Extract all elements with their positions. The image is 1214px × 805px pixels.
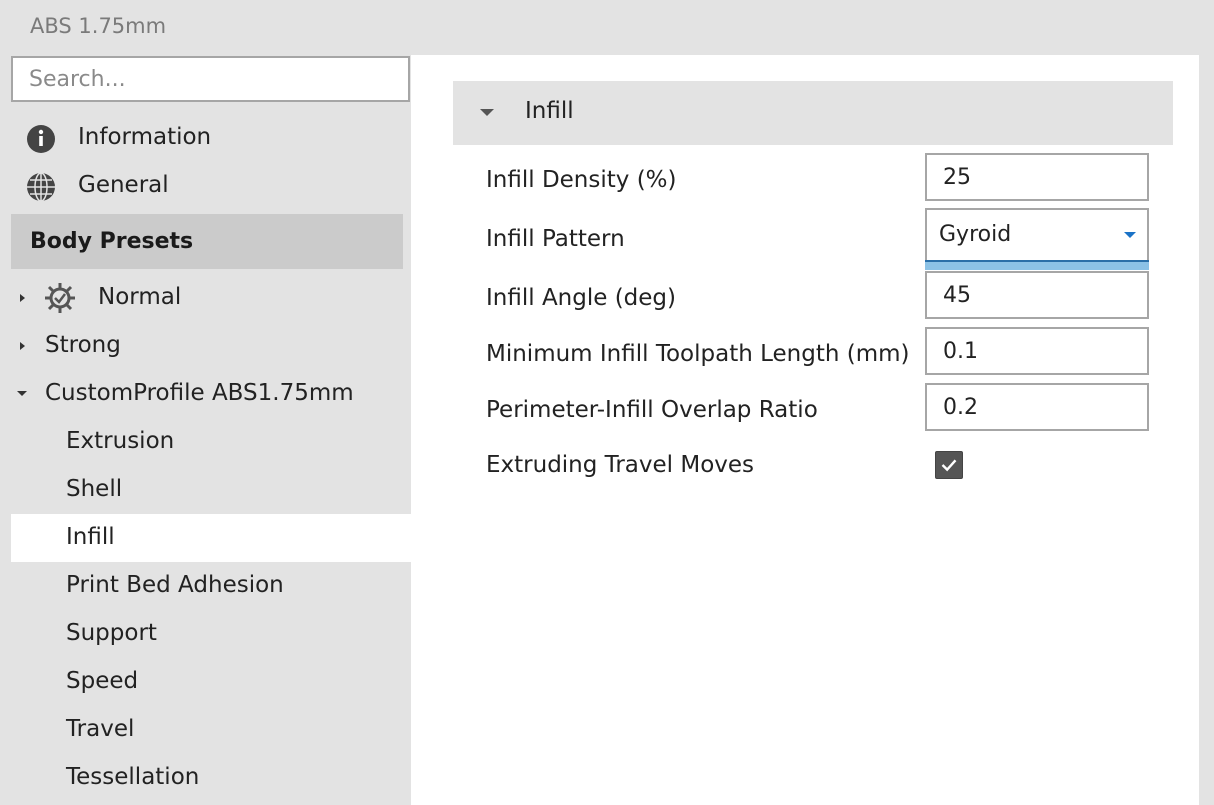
tree-item-shell[interactable]: Shell [11, 466, 411, 514]
tree-item-label: Tessellation [66, 764, 200, 790]
tree-item-label: Support [66, 620, 157, 646]
preset-label: Normal [98, 284, 182, 310]
preset-item-strong[interactable]: Strong [11, 322, 411, 370]
caret-down-icon[interactable] [17, 391, 27, 396]
tree-item-speed[interactable]: Speed [11, 658, 411, 706]
tree-item-travel[interactable]: Travel [11, 706, 411, 754]
section-header-body-presets: Body Presets [11, 214, 403, 269]
perimeter-infill-overlap-input[interactable] [925, 383, 1149, 431]
group-title: Infill [525, 98, 574, 124]
extruding-travel-moves-checkbox[interactable] [935, 451, 963, 479]
gear-check-icon [45, 283, 75, 313]
label-extruding-travel-moves: Extruding Travel Moves [486, 452, 755, 478]
tree-item-support[interactable]: Support [11, 610, 411, 658]
label-infill-density: Infill Density (%) [486, 167, 677, 193]
infill-density-input[interactable] [925, 153, 1149, 201]
globe-icon [27, 172, 55, 202]
preset-item-customprofile[interactable]: CustomProfile ABS1.75mm [11, 370, 411, 418]
check-icon [941, 459, 957, 472]
label-min-infill-toolpath-length: Minimum Infill Toolpath Length (mm) [486, 341, 910, 367]
caret-down-icon[interactable] [480, 109, 494, 116]
tree-item-label: Shell [66, 476, 123, 502]
label-perimeter-infill-overlap: Perimeter-Infill Overlap Ratio [486, 397, 818, 423]
tree-item-label: Extrusion [66, 428, 175, 454]
preset-label: CustomProfile ABS1.75mm [45, 380, 354, 406]
select-value: Gyroid [939, 222, 1012, 247]
info-icon [27, 125, 55, 153]
infill-angle-input[interactable] [925, 271, 1149, 319]
caret-right-icon[interactable] [20, 294, 25, 302]
label-infill-angle: Infill Angle (deg) [486, 285, 676, 311]
tree-item-extrusion[interactable]: Extrusion [11, 418, 411, 466]
label-infill-pattern: Infill Pattern [486, 226, 625, 252]
tree-item-label: Speed [66, 668, 139, 694]
tree-item-label: Travel [66, 716, 135, 742]
min-infill-toolpath-length-input[interactable] [925, 327, 1149, 375]
sidebar: Information General Body Presets Normal … [0, 0, 411, 805]
tree-item-print-bed-adhesion[interactable]: Print Bed Adhesion [11, 562, 411, 610]
tree-item-infill[interactable]: Infill [11, 514, 411, 562]
sidebar-item-label: Information [78, 124, 212, 150]
preset-item-normal[interactable]: Normal [11, 274, 411, 322]
group-header-infill[interactable]: Infill [453, 81, 1173, 145]
sidebar-item-label: General [78, 172, 169, 198]
tree-item-label: Infill [66, 524, 115, 550]
preset-label: Strong [45, 332, 121, 358]
chevron-down-icon[interactable] [1124, 232, 1136, 238]
caret-right-icon[interactable] [20, 342, 25, 350]
tree-item-label: Print Bed Adhesion [66, 572, 284, 598]
tree-item-tessellation[interactable]: Tessellation [11, 754, 411, 802]
focus-bar [925, 260, 1149, 270]
properties-panel: Infill Infill Density (%) Infill Pattern… [411, 55, 1199, 805]
infill-pattern-select[interactable]: Gyroid [925, 208, 1149, 270]
